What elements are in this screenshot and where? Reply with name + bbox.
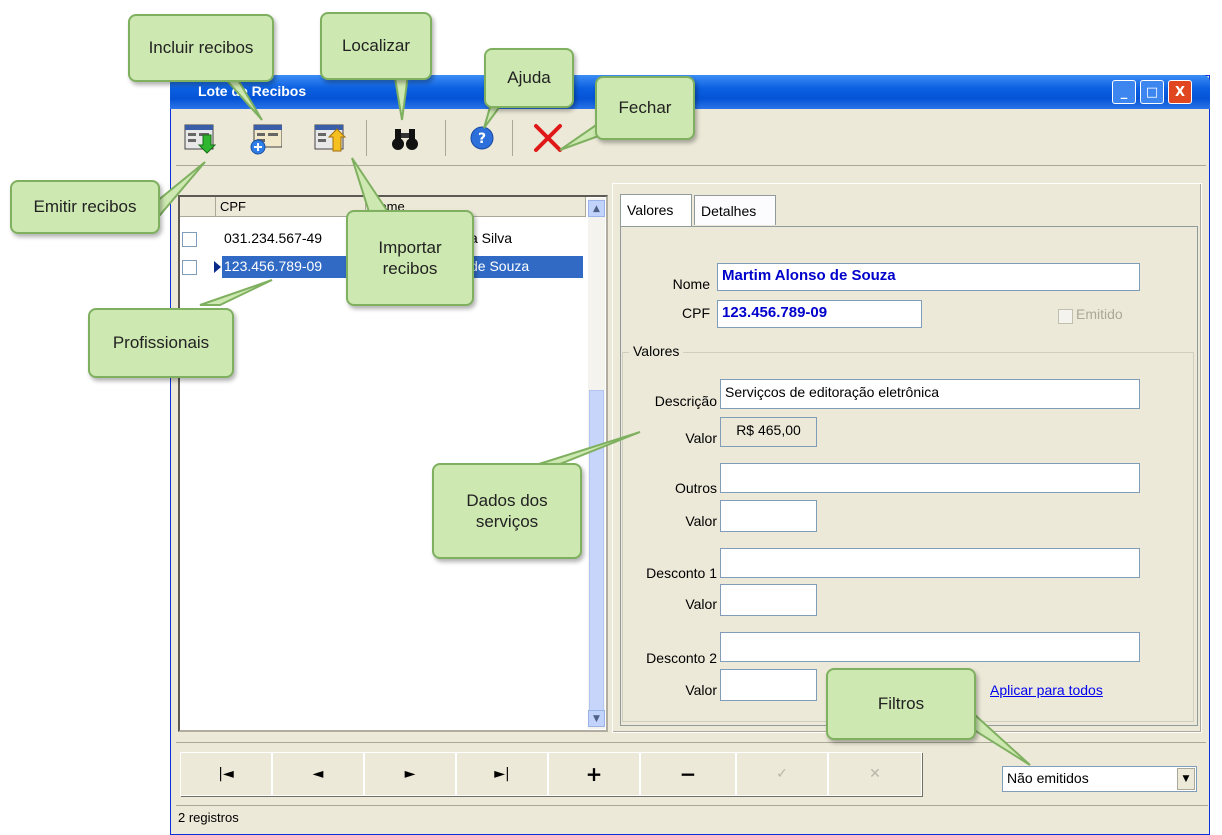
callout-profissionais: Profissionais [88, 308, 234, 378]
callout-localizar: Localizar [320, 12, 432, 80]
callout-emitir: Emitir recibos [10, 180, 160, 234]
callout-dados-line1: Dados dos [466, 490, 548, 510]
callout-importar-line2: recibos [382, 259, 438, 278]
pointer-importar [351, 157, 392, 216]
pointer-profissionais [199, 279, 273, 306]
callout-importar-line1: Importar [378, 237, 442, 257]
callout-fechar: Fechar [595, 76, 695, 140]
callout-dados: Dados dos serviços [432, 463, 582, 559]
callout-importar: Importar recibos [346, 210, 474, 306]
callout-ajuda: Ajuda [484, 48, 574, 108]
callout-incluir: Incluir recibos [128, 14, 274, 82]
callout-filtros: Filtros [826, 668, 976, 740]
callout-dados-line2: serviços [475, 512, 539, 531]
